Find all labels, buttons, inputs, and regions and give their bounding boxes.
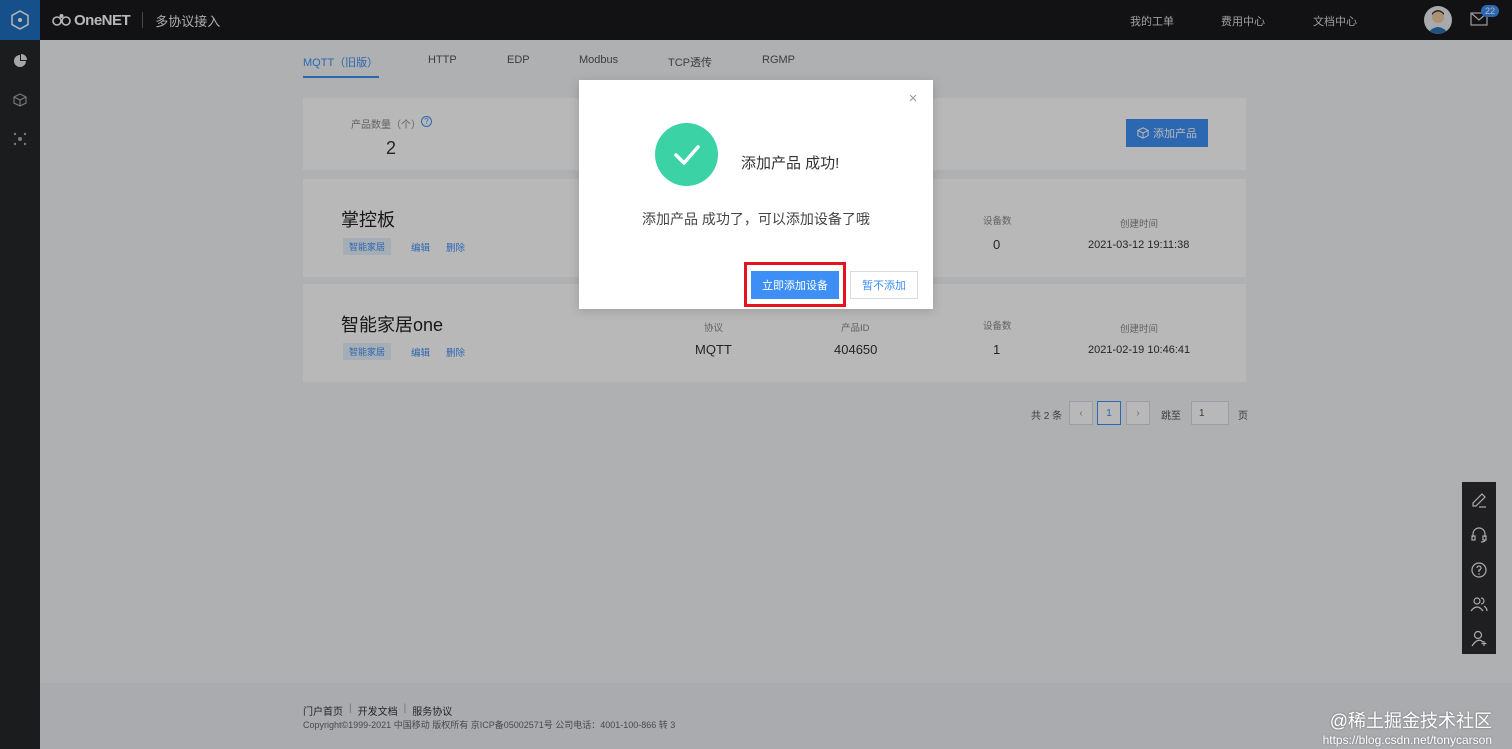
success-dialog: × 添加产品 成功! 添加产品 成功了，可以添加设备了哦 立即添加设备 暂不添加 [579, 80, 933, 309]
skip-add-button[interactable]: 暂不添加 [850, 271, 918, 299]
add-device-now-button[interactable]: 立即添加设备 [751, 271, 839, 299]
watermark: @稀土掘金技术社区 https://blog.csdn.net/tonycars… [1323, 707, 1492, 747]
watermark-line-2: https://blog.csdn.net/tonycarson [1322, 733, 1492, 747]
close-icon[interactable]: × [906, 91, 920, 106]
success-check-icon [655, 123, 718, 186]
watermark-line-1: @稀土掘金技术社区 [1329, 711, 1492, 731]
dialog-description: 添加产品 成功了，可以添加设备了哦 [642, 211, 870, 227]
dialog-title: 添加产品 成功! [741, 155, 840, 172]
